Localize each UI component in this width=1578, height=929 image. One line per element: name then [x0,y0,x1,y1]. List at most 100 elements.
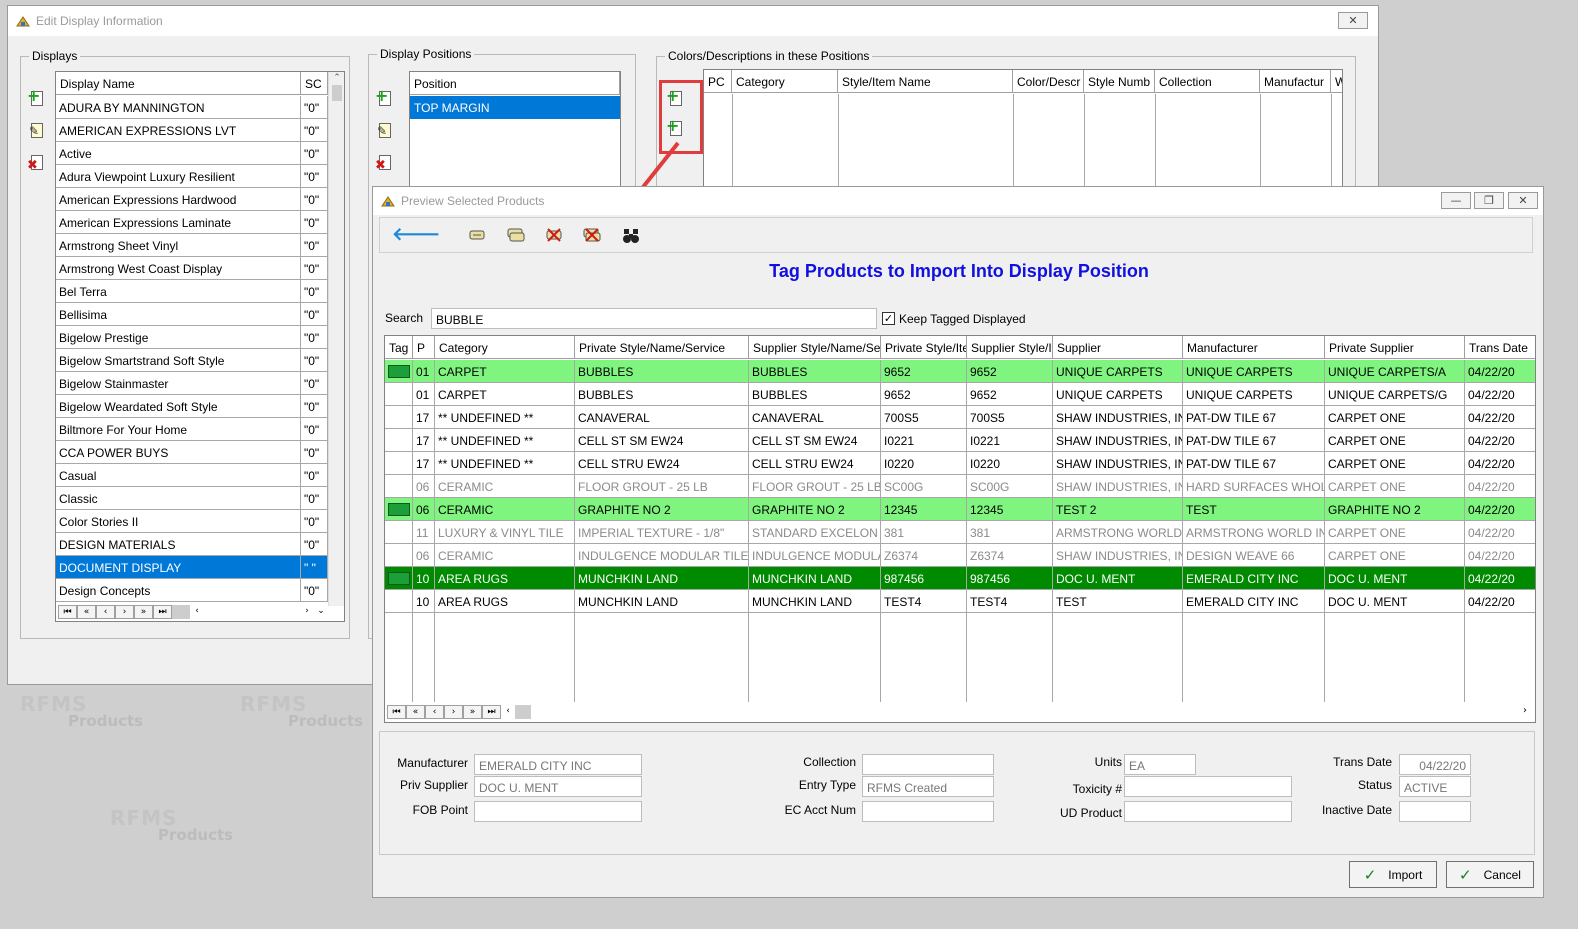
position-row-selected[interactable]: TOP MARGIN [410,96,620,119]
next-record-icon[interactable]: › [444,705,463,719]
display-row[interactable]: American Expressions Laminate "0" [56,211,328,234]
col-category[interactable]: Category [435,336,575,359]
display-row[interactable]: Bel Terra "0" [56,280,328,303]
trans-date-field[interactable]: 04/22/20 [1399,754,1471,775]
display-row[interactable]: Bigelow Smartstrand Soft Style "0" [56,349,328,372]
scroll-thumb[interactable] [332,85,342,101]
last-record-icon[interactable]: ⏭ [153,605,172,619]
tag-cell[interactable] [385,544,413,567]
units-field[interactable]: EA [1124,754,1196,775]
next-page-icon[interactable]: » [463,705,482,719]
collection-field[interactable] [862,754,994,775]
display-row[interactable]: Armstrong West Coast Display "0" [56,257,328,280]
col-position[interactable]: Position [410,72,620,95]
display-row[interactable]: DOCUMENT DISPLAY " " [56,556,328,579]
tag-cell[interactable] [385,590,413,613]
prev-record-icon[interactable]: ‹ [96,605,115,619]
display-row[interactable]: Color Stories II "0" [56,510,328,533]
product-row[interactable]: 10 AREA RUGS MUNCHKIN LAND MUNCHKIN LAND 987… [385,567,1535,590]
inactive-date-field[interactable] [1399,801,1471,822]
keep-tagged-checkbox[interactable]: ✓ [882,312,895,325]
product-row[interactable]: 17 ** UNDEFINED ** CELL STRU EW24 CELL STRU… [385,452,1535,475]
untag-item-icon[interactable] [545,228,563,244]
back-arrow-icon[interactable]: 🡐 [392,226,440,244]
import-button[interactable]: ✓ Import [1349,861,1437,888]
prev-page-icon[interactable]: « [77,605,96,619]
untag-all-icon[interactable] [583,228,601,244]
search-input[interactable]: BUBBLE [431,308,877,329]
delete-position-icon[interactable]: ✖ [375,153,395,173]
display-row[interactable]: Bigelow Prestige "0" [56,326,328,349]
col-trans-date[interactable]: Trans Date [1465,336,1535,359]
scroll-left-icon[interactable]: ‹ [190,605,204,619]
display-row[interactable]: Design Concepts "0" [56,579,328,602]
scroll-right-icon[interactable]: › [1523,705,1527,716]
col-manufacturer[interactable]: Manufacturer [1183,336,1325,359]
tag-cell[interactable] [385,452,413,475]
scroll-left-icon[interactable]: ‹ [501,705,515,719]
ec-acct-num-field[interactable] [862,801,994,822]
product-row[interactable]: 06 CERAMIC INDULGENCE MODULAR TILE - 2 INDU… [385,544,1535,567]
display-row[interactable]: CCA POWER BUYS "0" [56,441,328,464]
product-row[interactable]: 11 LUXURY & VINYL TILE IMPERIAL TEXTURE - … [385,521,1535,544]
product-row[interactable]: 17 ** UNDEFINED ** CANAVERAL CANAVERAL 700S5… [385,406,1535,429]
product-row[interactable]: 17 ** UNDEFINED ** CELL ST SM EW24 CELL ST … [385,429,1535,452]
col-collection[interactable]: Collection [1155,70,1260,93]
tag-cell[interactable] [385,567,413,590]
display-row[interactable]: ADURA BY MANNINGTON "0" [56,96,328,119]
edit-display-icon[interactable]: ✎ [27,121,47,141]
display-row[interactable]: Bigelow Stainmaster "0" [56,372,328,395]
tag-cell[interactable] [385,383,413,406]
product-row[interactable]: 06 CERAMIC FLOOR GROUT - 25 LB FLOOR GROUT … [385,475,1535,498]
tag-item-icon[interactable] [468,228,486,244]
add-position-icon[interactable]: + [375,88,395,109]
main-close-button[interactable]: ✕ [1338,12,1368,29]
prev-record-icon[interactable]: ‹ [425,705,444,719]
col-private-supplier[interactable]: Private Supplier [1325,336,1465,359]
displays-scrollbar[interactable]: ⌃ [328,72,344,606]
scroll-up-icon[interactable]: ⌃ [329,72,344,83]
tag-cell[interactable] [385,521,413,544]
last-record-icon[interactable]: ⏭ [482,705,501,719]
status-field[interactable]: ACTIVE [1399,776,1471,797]
product-row[interactable]: 01 CARPET BUBBLES BUBBLES 9652 9652 UNIQUE CAR… [385,360,1535,383]
minimize-button[interactable]: — [1441,192,1471,209]
edit-position-icon[interactable]: ✎ [375,121,395,141]
add-display-icon[interactable]: + [27,88,47,109]
display-row[interactable]: DESIGN MATERIALS "0" [56,533,328,556]
delete-display-icon[interactable]: ✖ [27,153,47,173]
display-row[interactable]: Armstrong Sheet Vinyl "0" [56,234,328,257]
col-style-number[interactable]: Style Numb [1084,70,1155,93]
entry-type-field[interactable]: RFMS Created [862,776,994,797]
first-record-icon[interactable]: ⏮ [58,605,77,619]
scroll-down-icon[interactable]: ⌄ [314,605,328,619]
priv-supplier-field[interactable]: DOC U. MENT [474,776,642,797]
next-record-icon[interactable]: › [115,605,134,619]
product-row[interactable]: 01 CARPET BUBBLES BUBBLES 9652 9652 UNIQUE CAR… [385,383,1535,406]
col-sc[interactable]: SC [301,72,328,95]
scroll-right-icon[interactable]: › [300,605,314,619]
close-button[interactable]: ✕ [1508,192,1538,209]
tag-cell[interactable] [385,429,413,452]
tag-cell[interactable] [385,498,413,521]
display-row[interactable]: Casual "0" [56,464,328,487]
col-color-descr[interactable]: Color/Descr [1013,70,1084,93]
tag-all-icon[interactable] [507,228,525,244]
col-supplier[interactable]: Supplier [1053,336,1183,359]
maximize-button[interactable]: ❐ [1474,192,1504,209]
next-page-icon[interactable]: » [134,605,153,619]
binoculars-icon[interactable] [622,228,640,244]
hscroll-thumb[interactable] [515,705,531,719]
tag-cell[interactable] [385,475,413,498]
col-pc[interactable]: PC [704,70,732,93]
col-tag[interactable]: Tag [385,336,413,359]
col-p[interactable]: P [413,336,435,359]
col-supplier-style[interactable]: Supplier Style/Name/Se [749,336,881,359]
product-row[interactable]: 10 AREA RUGS MUNCHKIN LAND MUNCHKIN LAND TES… [385,590,1535,613]
col-private-style[interactable]: Private Style/Name/Service [575,336,749,359]
cancel-button[interactable]: ✓ Cancel [1446,861,1534,888]
product-row[interactable]: 06 CERAMIC GRAPHITE NO 2 GRAPHITE NO 2 12345… [385,498,1535,521]
display-row[interactable]: Bigelow Weardated Soft Style "0" [56,395,328,418]
col-manufacturer[interactable]: Manufactur [1260,70,1331,93]
hscroll-thumb[interactable] [172,605,190,619]
